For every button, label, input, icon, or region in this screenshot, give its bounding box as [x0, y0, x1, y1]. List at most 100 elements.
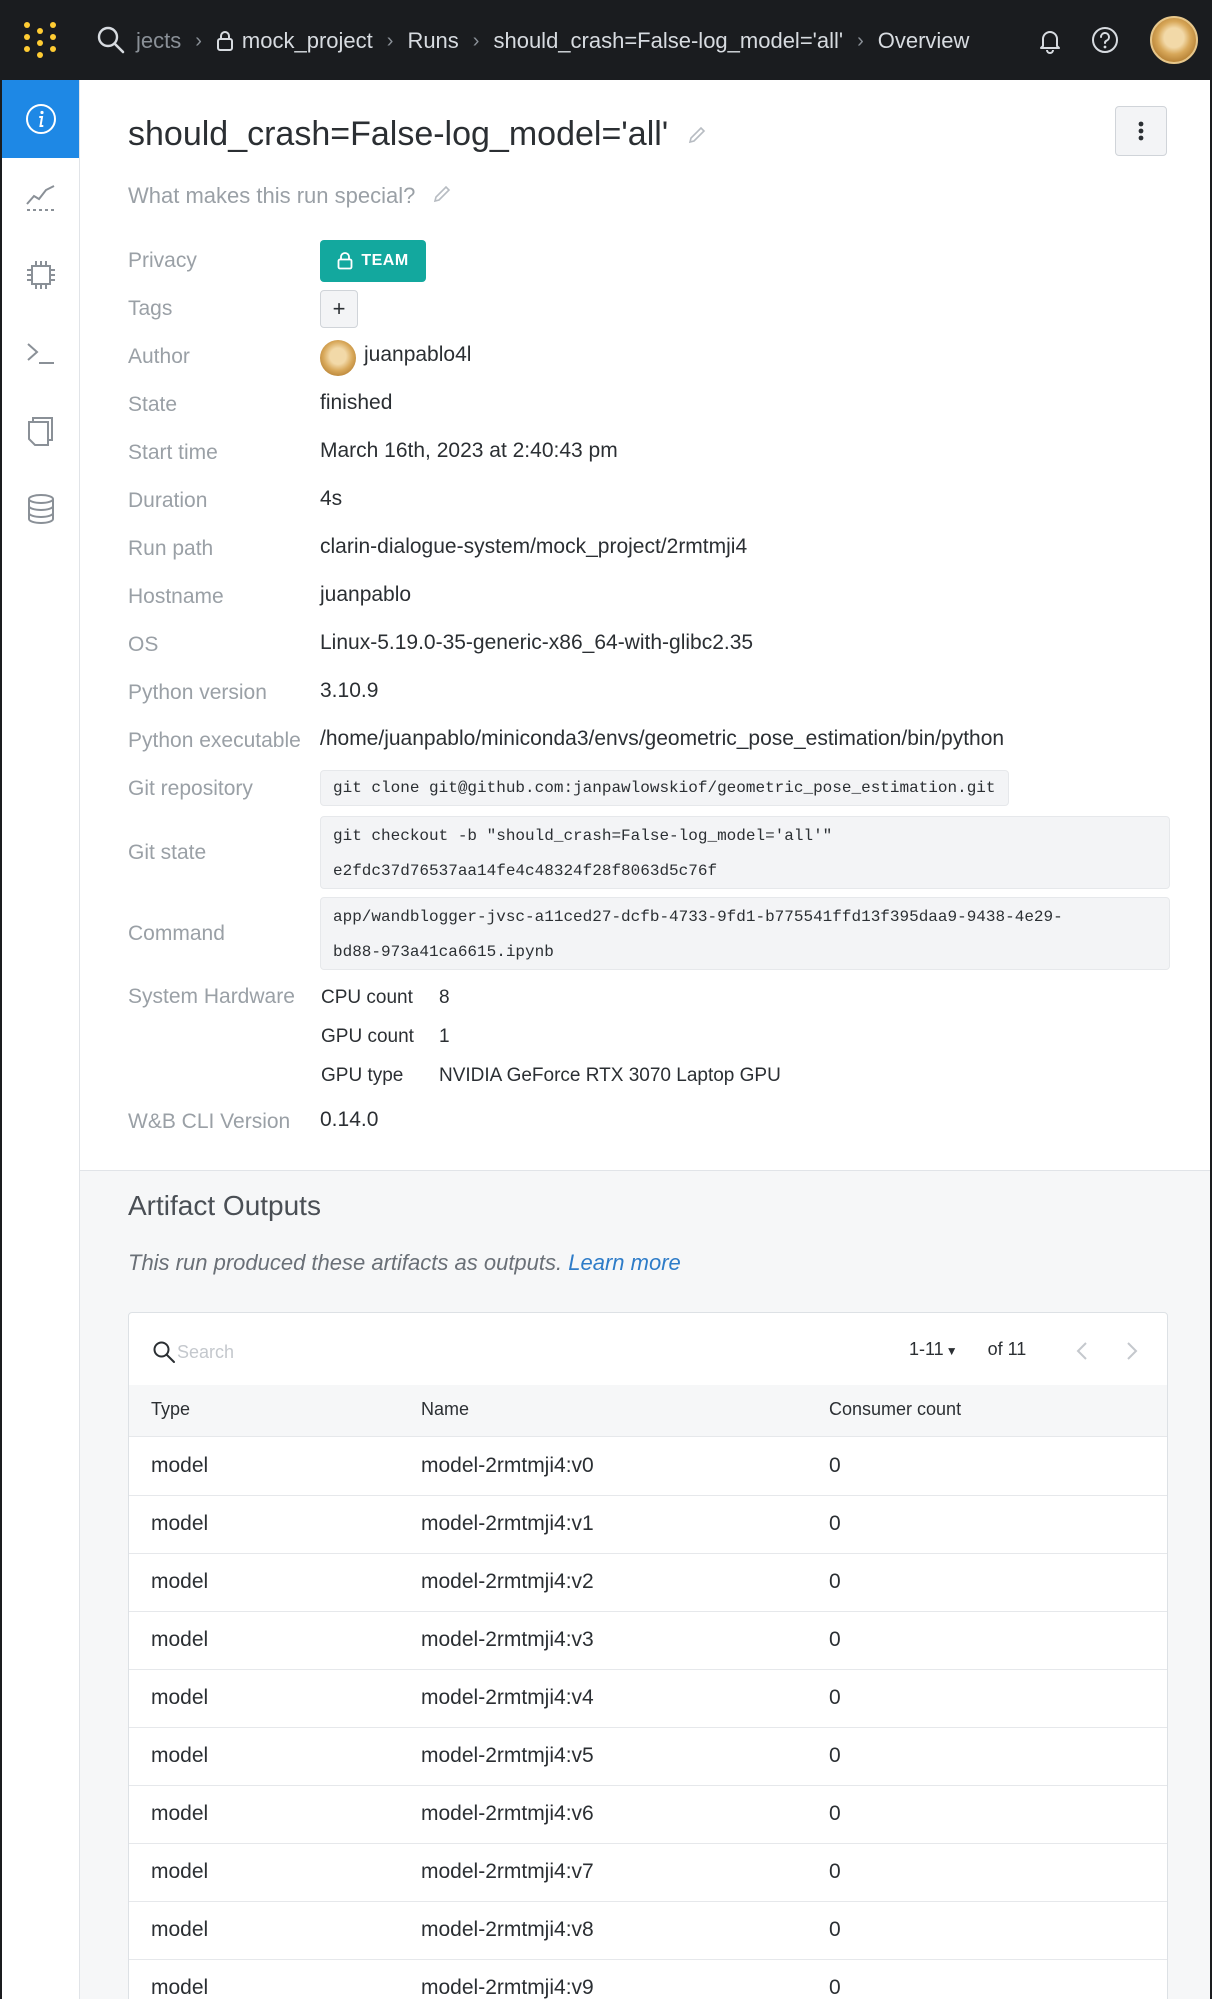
gpu-type-value: NVIDIA GeForce RTX 3070 Laptop GPU	[439, 1065, 781, 1086]
run-path-value: clarin-dialogue-system/mock_project/2rmt…	[320, 535, 748, 558]
search-icon	[153, 1341, 175, 1363]
artifact-name[interactable]: model-2rmtmji4:v2	[421, 1570, 594, 1594]
chevron-left-icon[interactable]	[1071, 1339, 1095, 1363]
kebab-menu-icon	[1138, 121, 1144, 141]
git-clone-command: git clone git@github.com:janpawlowskiof/…	[333, 779, 996, 797]
table-row[interactable]: model model-2rmtmji4:v3 0	[129, 1612, 1167, 1670]
artifact-type: model	[151, 1512, 209, 1535]
chevron-right-icon: ›	[472, 29, 480, 52]
artifact-consumer-count: 0	[829, 1570, 841, 1593]
table-row[interactable]: model model-2rmtmji4:v1 0	[129, 1496, 1167, 1554]
search-icon[interactable]	[96, 25, 126, 55]
command-value[interactable]: app/wandblogger-jvsc-a11ced27-dcfb-4733-…	[320, 897, 1170, 970]
artifact-consumer-count: 0	[829, 1686, 841, 1709]
git-state-label: Git state	[128, 841, 207, 864]
sidebar-item-files[interactable]	[2, 392, 79, 470]
python-executable-label: Python executable	[128, 729, 301, 752]
os-label: OS	[128, 633, 159, 656]
breadcrumb-run[interactable]: should_crash=False-log_model='all'	[493, 28, 843, 54]
cpu-count-label: CPU count	[321, 987, 413, 1008]
git-state-value[interactable]: git checkout -b "should_crash=False-log_…	[320, 816, 1170, 889]
more-options-button[interactable]	[1115, 106, 1167, 156]
sidebar-item-system[interactable]	[2, 236, 79, 314]
chevron-right-icon[interactable]	[1119, 1339, 1143, 1363]
artifact-name[interactable]: model-2rmtmji4:v8	[421, 1918, 594, 1942]
artifact-outputs-description: This run produced these artifacts as out…	[128, 1250, 681, 1276]
edit-pencil-icon[interactable]	[432, 184, 452, 204]
table-row[interactable]: model model-2rmtmji4:v6 0	[129, 1786, 1167, 1844]
lock-icon	[337, 252, 353, 270]
run-description[interactable]: What makes this run special?	[128, 183, 415, 209]
table-header: Type Name Consumer count	[129, 1385, 1167, 1437]
artifact-name[interactable]: model-2rmtmji4:v5	[421, 1744, 594, 1768]
artifact-consumer-count: 0	[829, 1744, 841, 1767]
hostname-label: Hostname	[128, 585, 224, 608]
artifact-name[interactable]: model-2rmtmji4:v0	[421, 1454, 594, 1478]
artifact-search-input[interactable]	[177, 1335, 477, 1369]
command-line-1: app/wandblogger-jvsc-a11ced27-dcfb-4733-…	[333, 908, 1063, 926]
breadcrumb-project[interactable]: mock_project	[242, 28, 373, 54]
edit-pencil-icon[interactable]	[687, 125, 707, 145]
tags-label: Tags	[128, 297, 173, 320]
run-title[interactable]: should_crash=False-log_model='all'	[128, 115, 668, 154]
artifact-type: model	[151, 1744, 209, 1767]
cli-version-value: 0.14.0	[320, 1108, 379, 1131]
user-avatar[interactable]	[1150, 16, 1198, 64]
artifact-name[interactable]: model-2rmtmji4:v6	[421, 1802, 594, 1826]
page-range-select[interactable]: 1-11 ▼	[909, 1339, 958, 1360]
bell-icon[interactable]	[1036, 26, 1064, 54]
table-row[interactable]: model model-2rmtmji4:v0 0	[129, 1438, 1167, 1496]
artifact-name[interactable]: model-2rmtmji4:v3	[421, 1628, 594, 1652]
run-sidebar	[2, 80, 80, 1999]
breadcrumb: jects › mock_project › Runs › should_cra…	[136, 24, 969, 58]
sidebar-item-artifacts[interactable]	[2, 470, 79, 548]
author-avatar[interactable]	[320, 340, 356, 376]
privacy-badge[interactable]: TEAM	[320, 240, 426, 282]
lock-icon	[216, 31, 233, 51]
chevron-right-icon: ›	[195, 29, 202, 52]
column-header-type[interactable]: Type	[151, 1399, 190, 1420]
duration-value: 4s	[320, 487, 343, 510]
artifact-name[interactable]: model-2rmtmji4:v9	[421, 1976, 594, 1999]
breadcrumb-runs[interactable]: Runs	[407, 28, 458, 54]
table-row[interactable]: model model-2rmtmji4:v4 0	[129, 1670, 1167, 1728]
table-row[interactable]: model model-2rmtmji4:v7 0	[129, 1844, 1167, 1902]
state-label: State	[128, 393, 178, 416]
navbar-right	[1036, 16, 1210, 64]
run-path-label: Run path	[128, 537, 214, 560]
author-name[interactable]: juanpablo4l	[364, 343, 471, 367]
artifact-name[interactable]: model-2rmtmji4:v1	[421, 1512, 594, 1536]
os-value: Linux-5.19.0-35-generic-x86_64-with-glib…	[320, 631, 754, 654]
sidebar-item-charts[interactable]	[2, 158, 79, 236]
git-repository-value[interactable]: git clone git@github.com:janpawlowskiof/…	[320, 770, 1009, 806]
gpu-count-label: GPU count	[321, 1026, 414, 1047]
table-row[interactable]: model model-2rmtmji4:v2 0	[129, 1554, 1167, 1612]
python-version-value: 3.10.9	[320, 679, 379, 702]
column-header-consumer-count[interactable]: Consumer count	[829, 1399, 961, 1420]
artifacts-table: 1-11▼ of 11 Type Name Consumer count mod…	[128, 1312, 1168, 1999]
help-icon[interactable]	[1090, 25, 1120, 55]
sidebar-item-overview[interactable]	[2, 80, 79, 158]
learn-more-link[interactable]: Learn more	[568, 1250, 681, 1275]
breadcrumb-entity[interactable]: jects	[136, 28, 181, 54]
state-value: finished	[320, 391, 393, 414]
page-range-value: 1-11	[909, 1339, 944, 1359]
table-row[interactable]: model model-2rmtmji4:v8 0	[129, 1902, 1167, 1960]
sidebar-item-logs[interactable]	[2, 314, 79, 392]
author-label: Author	[128, 345, 190, 368]
artifact-type: model	[151, 1454, 209, 1477]
artifact-consumer-count: 0	[829, 1802, 841, 1825]
wandb-logo-icon[interactable]	[22, 22, 62, 62]
chart-line-icon	[25, 185, 55, 211]
privacy-badge-label: TEAM	[361, 252, 409, 269]
artifact-consumer-count: 0	[829, 1454, 841, 1477]
breadcrumb-overview[interactable]: Overview	[878, 28, 970, 54]
artifact-name[interactable]: model-2rmtmji4:v4	[421, 1686, 594, 1710]
add-tag-button[interactable]: +	[320, 290, 358, 328]
artifact-name[interactable]: model-2rmtmji4:v7	[421, 1860, 594, 1884]
table-row[interactable]: model model-2rmtmji4:v9 0	[129, 1960, 1167, 1999]
column-header-name[interactable]: Name	[421, 1399, 469, 1420]
table-row[interactable]: model model-2rmtmji4:v5 0	[129, 1728, 1167, 1786]
database-icon	[27, 494, 54, 525]
hostname-value: juanpablo	[320, 583, 412, 606]
